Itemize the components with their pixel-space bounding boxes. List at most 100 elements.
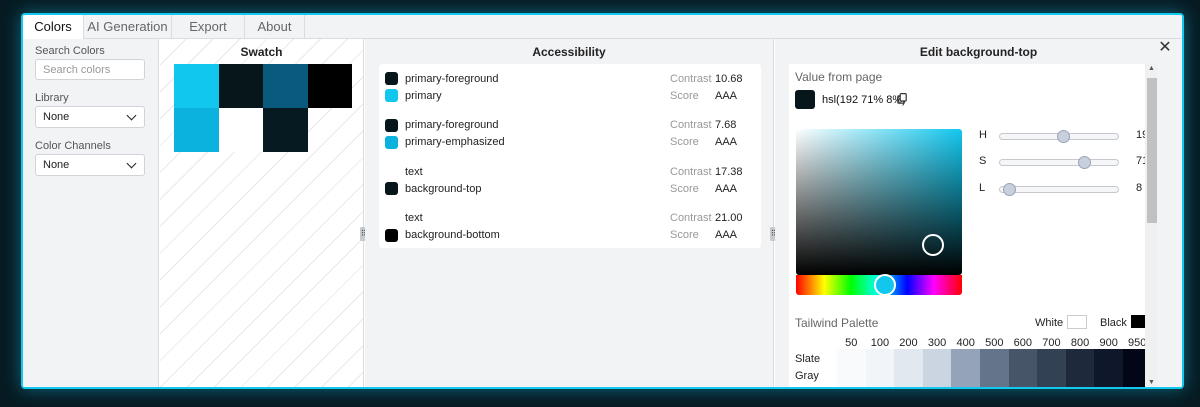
palette-row-labels: Slate Gray Zinc — [795, 351, 820, 387]
swatch-color-cell[interactable] — [218, 64, 263, 108]
palette-color-cell[interactable] — [1065, 349, 1095, 387]
palette-row-label: Slate — [795, 353, 821, 365]
color-dot — [385, 228, 398, 242]
scrollbar[interactable]: ▲ ▼ — [1145, 64, 1157, 387]
palette-row-label: Zinc — [795, 384, 820, 387]
library-select-value: None — [43, 111, 70, 123]
tab-ai-generation[interactable]: AI Generation — [84, 15, 172, 39]
color-dot — [385, 89, 398, 102]
slider-track[interactable] — [999, 156, 1119, 169]
hue-handle[interactable] — [874, 274, 896, 296]
slider-value: 8 — [1136, 182, 1143, 194]
white-swatch[interactable] — [1067, 315, 1087, 329]
slider-l: L8 — [979, 182, 1149, 196]
color-dot — [385, 182, 398, 195]
color-channels-select-value: None — [43, 159, 70, 171]
shade-label: 500 — [985, 337, 1004, 349]
contrast-row-foreground[interactable]: primary-foreground Contrast 7.68 — [385, 117, 755, 134]
swatch-color-cell[interactable] — [263, 108, 308, 152]
contrast-row-background[interactable]: background-bottom Score AAA — [385, 227, 755, 244]
palette-color-cell[interactable] — [837, 349, 866, 387]
edit-card: Value from page hsl(192 71% 8%) H192 S71 L… — [789, 64, 1157, 387]
score-value: AAA — [715, 89, 738, 102]
contrast-row-foreground[interactable]: text Contrast 21.00 — [385, 210, 755, 227]
edit-pane: Edit background-top Value from page hsl(… — [775, 39, 1182, 387]
search-input[interactable] — [35, 59, 145, 80]
swatch-color-cell[interactable] — [218, 108, 263, 152]
swatch-color-cell[interactable] — [263, 64, 308, 108]
foreground-name: primary-foreground — [405, 72, 499, 85]
slider-track[interactable] — [999, 130, 1119, 143]
palette-color-cell[interactable] — [951, 349, 980, 387]
swatch-color-cell[interactable] — [307, 64, 352, 108]
tab-bar: Colors AI Generation Export About — [23, 15, 1182, 40]
shade-label: 200 — [899, 337, 918, 349]
scroll-up-icon[interactable]: ▲ — [1148, 65, 1155, 72]
picker-handle[interactable] — [922, 234, 944, 256]
tab-about[interactable]: About — [245, 15, 305, 39]
value-from-page-label: Value from page — [795, 70, 883, 84]
contrast-row-background[interactable]: primary Score AAA — [385, 87, 755, 104]
slider-knob[interactable] — [1003, 183, 1017, 196]
slider-s: S 71 — [979, 155, 1149, 169]
current-color-swatch — [795, 90, 815, 109]
background-name: primary-emphasized — [405, 136, 505, 148]
slider-label: H — [979, 129, 987, 141]
palette-color-cell[interactable] — [865, 349, 895, 387]
palette-color-cell[interactable] — [979, 349, 1009, 387]
tab-colors[interactable]: Colors — [23, 15, 84, 40]
chevron-down-icon — [126, 158, 137, 168]
palette-color-cell[interactable] — [922, 349, 952, 387]
contrast-pair: primary-foreground Contrast 10.68 primary Sc… — [385, 70, 755, 117]
swatch-grid — [174, 64, 352, 152]
shade-label: 900 — [1099, 337, 1118, 349]
scrollbar-thumb[interactable] — [1147, 78, 1157, 223]
palette-shade-header: 50 100 200 300 400 500 600 700 800 900 950 — [837, 337, 1152, 349]
shade-label: 800 — [1070, 337, 1090, 349]
background-name: background-top — [405, 182, 482, 195]
slider-knob[interactable] — [1056, 130, 1070, 143]
background-name: background-bottom — [405, 229, 500, 241]
contrast-label: Contrast — [670, 72, 712, 85]
foreground-name: text — [405, 212, 423, 224]
contrast-label: Contrast — [670, 165, 712, 178]
contrast-row-background[interactable]: background-top Score AAA — [385, 180, 755, 197]
score-value: AAA — [715, 182, 738, 195]
slider-label: S — [979, 155, 987, 167]
slider-track[interactable] — [999, 183, 1119, 196]
foreground-name: primary-foreground — [405, 119, 499, 131]
contrast-value: 10.68 — [715, 72, 743, 85]
palette-color-cell[interactable] — [894, 349, 923, 387]
contrast-value: 7.68 — [715, 119, 737, 131]
contrast-pair: text Contrast 17.38 background-top Score AAA — [385, 163, 755, 210]
current-color-value: hsl(192 71% 8%) — [822, 94, 906, 106]
swatch-pane: Swatch ⠿ — [160, 39, 367, 387]
contrast-row-background[interactable]: primary-emphasized Score AAA — [385, 134, 755, 151]
hue-bar[interactable] — [796, 274, 962, 296]
saturation-lightness-picker[interactable] — [796, 129, 962, 275]
accessibility-list: primary-foreground Contrast 10.68 primary Sc… — [379, 64, 761, 248]
palette-color-cell[interactable] — [1094, 349, 1123, 387]
palette-color-cell[interactable] — [1008, 349, 1038, 387]
contrast-label: Contrast — [670, 119, 712, 131]
slider-knob[interactable] — [1077, 156, 1091, 169]
tab-export[interactable]: Export — [172, 15, 245, 39]
tailwind-palette-label: Tailwind Palette — [795, 316, 879, 330]
scroll-down-icon[interactable]: ▼ — [1148, 379, 1155, 386]
copy-icon[interactable] — [897, 93, 907, 104]
score-value: AAA — [715, 136, 738, 148]
search-label: Search Colors — [35, 45, 105, 57]
palette-color-cell[interactable] — [1037, 349, 1066, 387]
accessibility-title: Accessibility — [532, 45, 606, 59]
color-channels-select[interactable]: None — [35, 154, 145, 176]
library-select[interactable]: None — [35, 106, 145, 128]
shade-label: 300 — [927, 337, 947, 349]
close-icon[interactable]: ✕ — [1158, 40, 1172, 56]
swatch-color-cell[interactable] — [174, 108, 219, 152]
foreground-name: text — [405, 165, 423, 178]
contrast-value: 17.38 — [715, 165, 743, 178]
contrast-row-foreground[interactable]: primary-foreground Contrast 10.68 — [385, 70, 755, 87]
contrast-row-foreground[interactable]: text Contrast 17.38 — [385, 163, 755, 180]
library-label: Library — [35, 92, 69, 104]
swatch-color-cell[interactable] — [174, 64, 219, 108]
